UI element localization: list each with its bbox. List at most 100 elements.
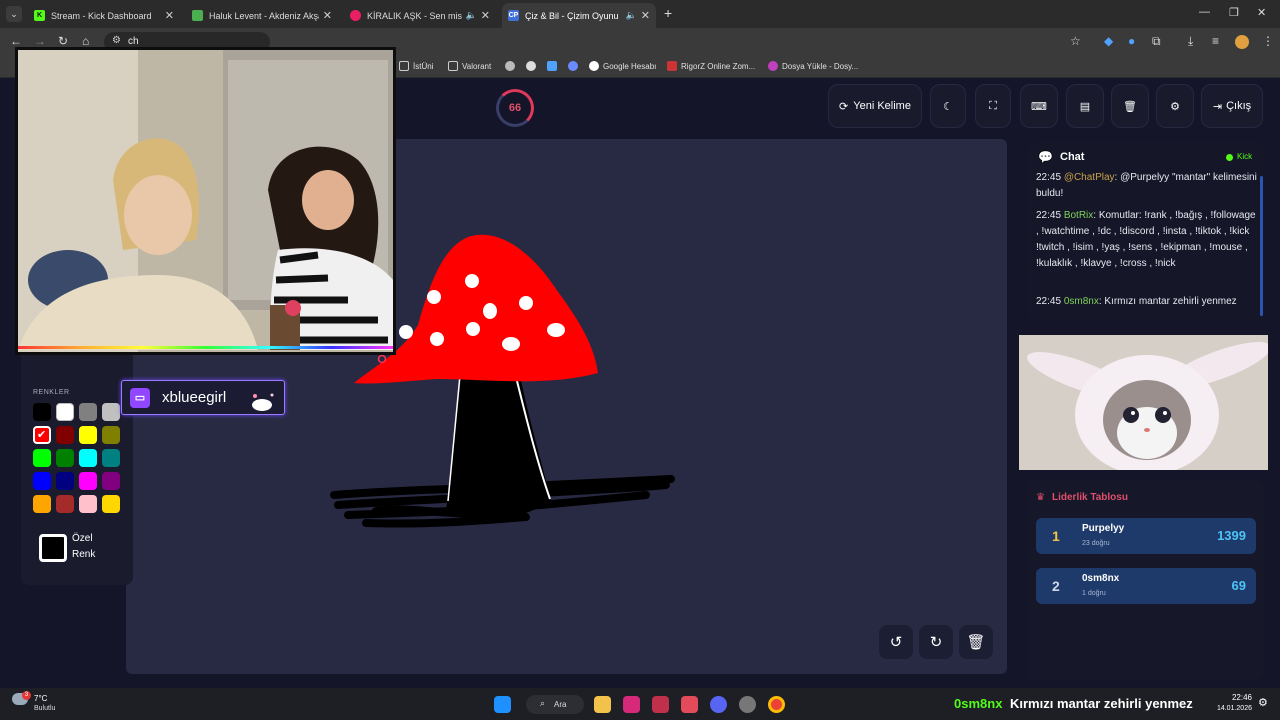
- chat-message: 22:45 BotRix: Komutlar: !rank , !bağış ,…: [1036, 208, 1258, 272]
- clock-date[interactable]: 14.01.2026: [1210, 705, 1252, 712]
- tab-kick-dashboard[interactable]: K Stream - Kick Dashboard ✕: [28, 3, 180, 28]
- windows-start-icon[interactable]: [494, 696, 511, 713]
- color-swatch[interactable]: [79, 426, 97, 444]
- bookmark-google[interactable]: Google Hesabı: [589, 61, 656, 71]
- clock-time[interactable]: 22:46: [1226, 693, 1252, 702]
- custom-color-swatch[interactable]: [39, 534, 67, 562]
- file-explorer-icon[interactable]: [594, 696, 611, 713]
- cat-image: [1019, 335, 1268, 470]
- close-window-icon[interactable]: ✕: [1257, 6, 1266, 19]
- search-icon: ⌕: [540, 698, 546, 708]
- menu-icon[interactable]: ⋮: [1262, 34, 1274, 48]
- pocket-icon[interactable]: [681, 696, 698, 713]
- keyboard-button[interactable]: ⌨: [1020, 84, 1058, 128]
- minimize-icon[interactable]: —: [1199, 6, 1210, 18]
- tab-ciz-bil[interactable]: CP Çiz & Bil - Çizim Oyunu 🔈 ✕: [502, 3, 656, 28]
- color-swatch[interactable]: [102, 403, 120, 421]
- extensions-puzzle-icon[interactable]: ⧉: [1152, 34, 1161, 49]
- player-correct: 1 doğru: [1082, 590, 1106, 597]
- msg-user: 0sm8nx: [1063, 296, 1099, 307]
- color-swatch[interactable]: ✔: [33, 426, 51, 444]
- discord-icon[interactable]: [710, 696, 727, 713]
- extension-icon[interactable]: ●: [1128, 34, 1135, 48]
- color-swatch[interactable]: [56, 426, 74, 444]
- dark-mode-button[interactable]: ☾: [930, 84, 966, 128]
- logout-button[interactable]: ⇥ Çıkış: [1201, 84, 1263, 128]
- undo-button[interactable]: ↺: [879, 625, 913, 659]
- maximize-icon[interactable]: ❐: [1229, 6, 1239, 19]
- tab-kiralik-ask[interactable]: KİRALIK AŞK - Sen misin İlayda? 🔈 ✕: [344, 3, 496, 28]
- color-swatch[interactable]: [79, 472, 97, 490]
- bookmark-icon-2[interactable]: [526, 61, 540, 71]
- reload-icon[interactable]: ↻: [58, 34, 68, 48]
- redo-button[interactable]: ↻: [919, 625, 953, 659]
- tab-title: KİRALIK AŞK - Sen misin İlayda?: [367, 10, 462, 21]
- profile-avatar[interactable]: [1235, 35, 1249, 49]
- weather-temp[interactable]: 7°C: [34, 694, 47, 703]
- steam-icon[interactable]: [739, 696, 756, 713]
- delete-button[interactable]: 🗑: [1111, 84, 1149, 128]
- bookmark-icon-1[interactable]: [505, 61, 519, 71]
- chat-scrollbar[interactable]: [1260, 176, 1263, 316]
- chrome-icon[interactable]: [768, 696, 785, 713]
- site-info-icon[interactable]: ⚙: [112, 35, 121, 46]
- new-tab-button[interactable]: +: [664, 5, 672, 21]
- close-icon[interactable]: ✕: [323, 9, 332, 22]
- bookmark-rigorz[interactable]: RigorZ Online Zom...: [667, 61, 755, 71]
- close-icon[interactable]: ✕: [481, 9, 490, 22]
- color-swatch[interactable]: [102, 495, 120, 513]
- color-swatch[interactable]: [102, 449, 120, 467]
- chat-panel: 💬 Chat Kick 22:45 @ChatPlay: @Purpelyy "…: [1028, 142, 1264, 320]
- extension-shield-icon[interactable]: ◆: [1104, 34, 1113, 48]
- color-swatch[interactable]: [33, 495, 51, 513]
- leaderboard-panel: ♛ Liderlik Tablosu 1 Purpelyy 23 doğru 1…: [1028, 480, 1264, 680]
- color-swatch[interactable]: [79, 403, 97, 421]
- ticker-text: Kırmızı mantar zehirli yenmez: [1010, 696, 1193, 711]
- color-swatch[interactable]: [33, 403, 51, 421]
- weather-desc[interactable]: Bulutlu: [34, 705, 55, 712]
- back-icon[interactable]: ←: [10, 34, 22, 48]
- color-swatch[interactable]: [56, 449, 74, 467]
- color-swatch[interactable]: [102, 426, 120, 444]
- speaker-icon[interactable]: 🔈: [466, 10, 477, 21]
- color-swatch[interactable]: [56, 403, 74, 421]
- bookmark-icon-3[interactable]: [547, 61, 561, 71]
- clear-canvas-button[interactable]: 🗑: [959, 625, 993, 659]
- color-swatch[interactable]: [79, 495, 97, 513]
- msg-time: 22:45: [1036, 296, 1062, 307]
- close-icon[interactable]: ✕: [641, 9, 650, 22]
- bookmark-istuni[interactable]: İstÜni: [399, 61, 433, 71]
- app-icon[interactable]: [652, 696, 669, 713]
- speaker-icon[interactable]: 🔈: [626, 10, 637, 21]
- instagram-icon[interactable]: [623, 696, 640, 713]
- color-swatch[interactable]: [33, 472, 51, 490]
- keyboard-icon: ⌨: [1031, 100, 1047, 113]
- home-icon[interactable]: ⌂: [82, 34, 89, 48]
- close-icon[interactable]: ✕: [165, 9, 174, 22]
- player-correct: 23 doğru: [1082, 540, 1110, 547]
- tab-haluk-levent[interactable]: Haluk Levent - Akdeniz Akşamları ✕: [186, 3, 338, 28]
- tab-search-button[interactable]: ⌄: [6, 6, 22, 22]
- color-swatch[interactable]: [56, 495, 74, 513]
- custom-color-label[interactable]: Özel Renk: [72, 531, 95, 563]
- color-swatch[interactable]: [102, 472, 120, 490]
- new-word-button[interactable]: ⟳ Yeni Kelime: [828, 84, 922, 128]
- color-swatch[interactable]: [33, 449, 51, 467]
- color-swatch[interactable]: [79, 449, 97, 467]
- color-swatch[interactable]: [56, 472, 74, 490]
- forward-icon[interactable]: →: [34, 34, 46, 48]
- music-icon: [192, 10, 203, 21]
- notification-bell-icon[interactable]: ⚙: [1258, 696, 1268, 709]
- bookmark-icon-4[interactable]: [568, 61, 582, 71]
- bookmark-dosya[interactable]: Dosya Yükle - Dosy...: [768, 61, 858, 71]
- star-icon[interactable]: ☆: [1070, 34, 1081, 48]
- bookmark-valorant[interactable]: Valorant: [448, 61, 491, 71]
- search-box[interactable]: ⌕ Ara: [526, 695, 584, 714]
- crown-icon: ♛: [1036, 492, 1045, 503]
- archive-button[interactable]: ▤: [1066, 84, 1104, 128]
- fullscreen-button[interactable]: ⛶: [975, 84, 1011, 128]
- settings-button[interactable]: ⚙: [1156, 84, 1194, 128]
- streamer-badge: ▭ xblueegirl: [121, 380, 285, 415]
- media-icon[interactable]: ≡: [1212, 34, 1219, 48]
- download-icon[interactable]: ⤓: [1188, 34, 1193, 49]
